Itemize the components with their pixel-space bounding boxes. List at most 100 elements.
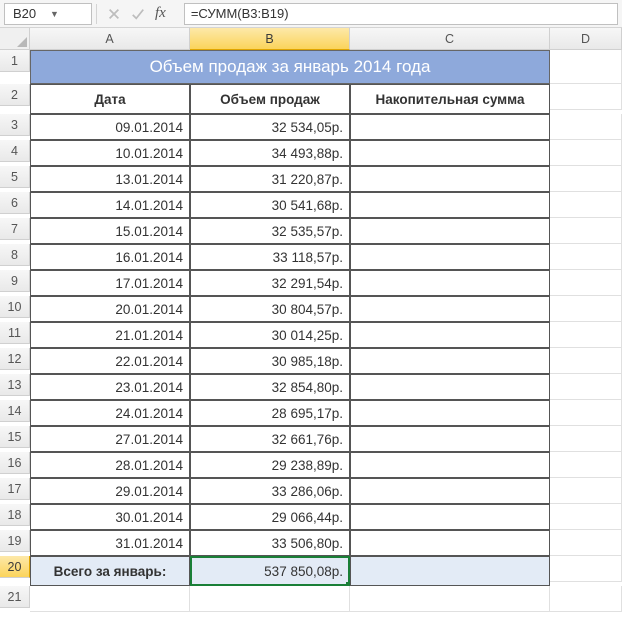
cell-D17[interactable] <box>550 478 622 504</box>
row-header-12[interactable]: 12 <box>0 348 30 370</box>
cell-cumulative[interactable] <box>350 322 550 348</box>
row-header-13[interactable]: 13 <box>0 374 30 396</box>
cell-volume[interactable]: 33 506,80р. <box>190 530 350 556</box>
col-header-B[interactable]: B <box>190 28 350 50</box>
cell-cumulative[interactable] <box>350 270 550 296</box>
cell-D12[interactable] <box>550 348 622 374</box>
cell-D21[interactable] <box>550 586 622 612</box>
cell-volume[interactable]: 32 291,54р. <box>190 270 350 296</box>
cell-cumulative[interactable] <box>350 504 550 530</box>
cell-date[interactable]: 16.01.2014 <box>30 244 190 270</box>
cell-D7[interactable] <box>550 218 622 244</box>
cell-D16[interactable] <box>550 452 622 478</box>
cell-D13[interactable] <box>550 374 622 400</box>
cell-D2[interactable] <box>550 84 622 110</box>
cell-date[interactable]: 30.01.2014 <box>30 504 190 530</box>
row-header-11[interactable]: 11 <box>0 322 30 344</box>
cell-cumulative[interactable] <box>350 192 550 218</box>
cell-cumulative[interactable] <box>350 140 550 166</box>
cell-volume[interactable]: 33 286,06р. <box>190 478 350 504</box>
cell-cumulative[interactable] <box>350 244 550 270</box>
cell-volume[interactable]: 31 220,87р. <box>190 166 350 192</box>
cell-date[interactable]: 10.01.2014 <box>30 140 190 166</box>
cell-volume[interactable]: 34 493,88р. <box>190 140 350 166</box>
total-value[interactable]: 537 850,08р. <box>190 556 350 586</box>
cell-volume[interactable]: 29 238,89р. <box>190 452 350 478</box>
row-header-16[interactable]: 16 <box>0 452 30 474</box>
row-header-19[interactable]: 19 <box>0 530 30 552</box>
cell-volume[interactable]: 30 541,68р. <box>190 192 350 218</box>
cell-D3[interactable] <box>550 114 622 140</box>
row-header-15[interactable]: 15 <box>0 426 30 448</box>
cancel-icon[interactable] <box>107 7 121 21</box>
chevron-down-icon[interactable]: ▼ <box>50 9 87 19</box>
spreadsheet-grid[interactable]: ABCD1Объем продаж за январь 2014 года2Да… <box>0 28 622 612</box>
name-box[interactable]: B20 ▼ <box>4 3 92 25</box>
cell-date[interactable]: 21.01.2014 <box>30 322 190 348</box>
cell-D8[interactable] <box>550 244 622 270</box>
cell-A21[interactable] <box>30 586 190 612</box>
cell-date[interactable]: 23.01.2014 <box>30 374 190 400</box>
cell-date[interactable]: 15.01.2014 <box>30 218 190 244</box>
cell-cumulative[interactable] <box>350 426 550 452</box>
row-header-14[interactable]: 14 <box>0 400 30 422</box>
cell-D15[interactable] <box>550 426 622 452</box>
cell-date[interactable]: 13.01.2014 <box>30 166 190 192</box>
cell-D5[interactable] <box>550 166 622 192</box>
col-header-A[interactable]: A <box>30 28 190 50</box>
cell-D9[interactable] <box>550 270 622 296</box>
cell-volume[interactable]: 29 066,44р. <box>190 504 350 530</box>
cell-D18[interactable] <box>550 504 622 530</box>
col-header-D[interactable]: D <box>550 28 622 50</box>
row-header-1[interactable]: 1 <box>0 50 30 72</box>
cell-cumulative[interactable] <box>350 478 550 504</box>
cell-cumulative[interactable] <box>350 452 550 478</box>
row-header-21[interactable]: 21 <box>0 586 30 608</box>
cell-D4[interactable] <box>550 140 622 166</box>
fx-icon[interactable]: fx <box>155 5 174 22</box>
cell-volume[interactable]: 30 985,18р. <box>190 348 350 374</box>
cell-cumulative[interactable] <box>350 348 550 374</box>
cell-volume[interactable]: 32 535,57р. <box>190 218 350 244</box>
cell-D20[interactable] <box>550 556 622 582</box>
cell-cumulative[interactable] <box>350 530 550 556</box>
row-header-9[interactable]: 9 <box>0 270 30 292</box>
cell-B21[interactable] <box>190 586 350 612</box>
row-header-6[interactable]: 6 <box>0 192 30 214</box>
cell-volume[interactable]: 30 804,57р. <box>190 296 350 322</box>
cell-date[interactable]: 17.01.2014 <box>30 270 190 296</box>
cell-date[interactable]: 28.01.2014 <box>30 452 190 478</box>
row-header-10[interactable]: 10 <box>0 296 30 318</box>
cell-cumulative[interactable] <box>350 166 550 192</box>
cell-volume[interactable]: 32 661,76р. <box>190 426 350 452</box>
cell-D6[interactable] <box>550 192 622 218</box>
cell-volume[interactable]: 32 534,05р. <box>190 114 350 140</box>
cell-cumulative[interactable] <box>350 114 550 140</box>
enter-icon[interactable] <box>131 7 145 21</box>
cell-date[interactable]: 22.01.2014 <box>30 348 190 374</box>
row-header-7[interactable]: 7 <box>0 218 30 240</box>
cell-cumulative[interactable] <box>350 374 550 400</box>
row-header-2[interactable]: 2 <box>0 84 30 106</box>
row-header-5[interactable]: 5 <box>0 166 30 188</box>
row-header-4[interactable]: 4 <box>0 140 30 162</box>
cell-D10[interactable] <box>550 296 622 322</box>
cell-cumulative[interactable] <box>350 218 550 244</box>
cell-cumulative[interactable] <box>350 400 550 426</box>
row-header-8[interactable]: 8 <box>0 244 30 266</box>
cell-date[interactable]: 31.01.2014 <box>30 530 190 556</box>
col-header-C[interactable]: C <box>350 28 550 50</box>
row-header-20[interactable]: 20 <box>0 556 30 578</box>
cell-volume[interactable]: 30 014,25р. <box>190 322 350 348</box>
cell-date[interactable]: 09.01.2014 <box>30 114 190 140</box>
cell-D11[interactable] <box>550 322 622 348</box>
cell-D19[interactable] <box>550 530 622 556</box>
cell-cumulative[interactable] <box>350 296 550 322</box>
cell-date[interactable]: 14.01.2014 <box>30 192 190 218</box>
cell-D1[interactable] <box>550 50 622 84</box>
cell-date[interactable]: 27.01.2014 <box>30 426 190 452</box>
row-header-3[interactable]: 3 <box>0 114 30 136</box>
formula-input[interactable]: =СУММ(B3:B19) <box>184 3 618 25</box>
cell-D14[interactable] <box>550 400 622 426</box>
cell-volume[interactable]: 32 854,80р. <box>190 374 350 400</box>
